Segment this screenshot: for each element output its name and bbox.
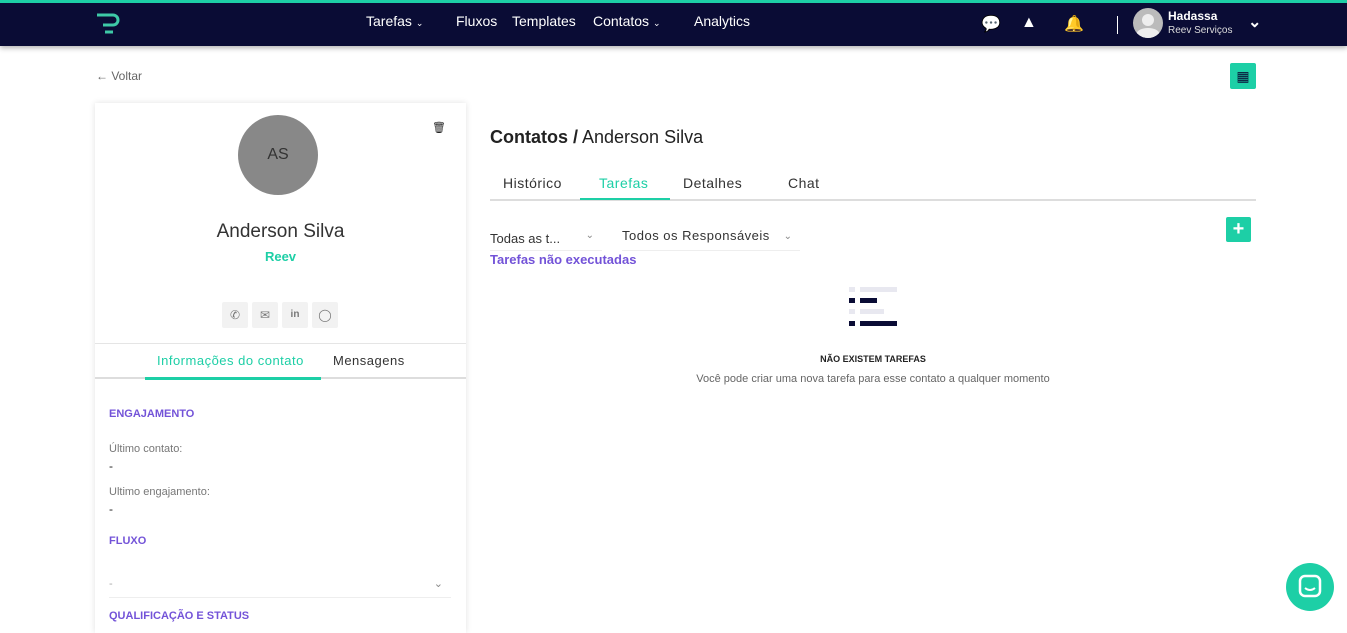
tab-historico[interactable]: Histórico bbox=[503, 175, 562, 191]
whatsapp-icon[interactable]: ◯ bbox=[312, 302, 338, 328]
section-flow: FLUXO bbox=[109, 535, 147, 547]
tab-mensagens[interactable]: Mensagens bbox=[333, 353, 405, 368]
contact-card: AS 🗑 Anderson Silva Reev ✆ ✉ in ◯ Inform… bbox=[95, 103, 466, 633]
tab-detalhes[interactable]: Detalhes bbox=[683, 175, 742, 191]
owner-select[interactable]: Todos os Responsáveis ⌄ bbox=[622, 222, 800, 251]
contact-name: Anderson Silva bbox=[216, 221, 345, 242]
nav-tarefas[interactable]: Tarefas ⌄ bbox=[366, 13, 423, 29]
main-tabs: Histórico Tarefas Detalhes Chat bbox=[490, 170, 1256, 201]
chat-icon[interactable]: 💬 bbox=[981, 14, 1001, 34]
tab-underline bbox=[580, 198, 670, 200]
add-task-button[interactable]: + bbox=[1226, 217, 1251, 242]
warning-icon[interactable]: ▲ bbox=[1021, 14, 1037, 32]
phone-icon[interactable]: ✆ bbox=[222, 302, 248, 328]
last-contact-value: - bbox=[109, 459, 113, 473]
section-qualification: QUALIFICAÇÃO E STATUS bbox=[109, 610, 250, 622]
chevron-down-icon[interactable]: ⌄ bbox=[1248, 12, 1261, 32]
nav-fluxos[interactable]: Fluxos bbox=[456, 13, 497, 29]
contact-tabs: Informações do contato Mensagens bbox=[95, 343, 466, 380]
top-navbar: Tarefas ⌄ Fluxos Templates Contatos ⌄ An… bbox=[0, 0, 1347, 46]
task-type-select[interactable]: Todas as t... ⌄ bbox=[490, 222, 602, 251]
section-engagement: ENGAJAMENTO bbox=[109, 408, 195, 420]
last-engagement-label: Ultimo engajamento: bbox=[109, 486, 210, 498]
nav-contatos[interactable]: Contatos ⌄ bbox=[593, 13, 660, 29]
task-list-icon bbox=[849, 287, 897, 326]
bell-icon[interactable]: 🔔 bbox=[1064, 14, 1084, 34]
grid-view-button[interactable]: ▦ bbox=[1230, 63, 1256, 89]
nav-templates[interactable]: Templates bbox=[512, 13, 576, 29]
linkedin-icon[interactable]: in bbox=[282, 302, 308, 328]
back-link[interactable]: ← Voltar bbox=[96, 69, 142, 83]
last-contact-label: Último contato: bbox=[109, 443, 183, 455]
flow-select[interactable]: - ⌄ bbox=[109, 573, 451, 598]
user-name[interactable]: Hadassa bbox=[1168, 9, 1217, 23]
tab-chat[interactable]: Chat bbox=[788, 175, 820, 191]
chat-bubble-icon bbox=[1298, 574, 1322, 598]
tab-tarefas[interactable]: Tarefas bbox=[599, 175, 648, 191]
last-engagement-value: - bbox=[109, 502, 113, 516]
trash-icon[interactable]: 🗑 bbox=[432, 121, 446, 134]
email-icon[interactable]: ✉ bbox=[252, 302, 278, 328]
user-company: Reev Serviços bbox=[1168, 25, 1233, 36]
reev-logo[interactable] bbox=[95, 12, 125, 36]
support-chat-button[interactable] bbox=[1286, 563, 1334, 611]
empty-subtitle: Você pode criar uma nova tarefa para ess… bbox=[696, 373, 1050, 385]
user-avatar[interactable] bbox=[1133, 8, 1163, 38]
tab-info[interactable]: Informações do contato bbox=[157, 353, 304, 368]
tab-underline bbox=[145, 377, 321, 380]
nav-analytics[interactable]: Analytics bbox=[694, 13, 750, 29]
page-title: Contatos / Anderson Silva bbox=[490, 127, 704, 147]
empty-title: NÃO EXISTEM TAREFAS bbox=[820, 354, 926, 364]
divider bbox=[1117, 16, 1118, 34]
contact-avatar: AS bbox=[238, 115, 318, 195]
contact-company[interactable]: Reev bbox=[95, 249, 466, 264]
unexecuted-tasks-link[interactable]: Tarefas não executadas bbox=[490, 252, 636, 267]
